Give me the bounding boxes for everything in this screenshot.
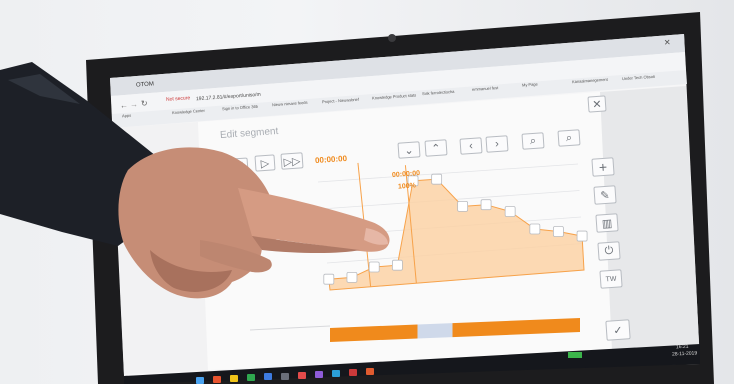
photo-scene: OTOM ← → ↻ Not secure 192.17.2.81/#/expo…: [0, 0, 734, 384]
pointing-hand: [0, 62, 390, 299]
